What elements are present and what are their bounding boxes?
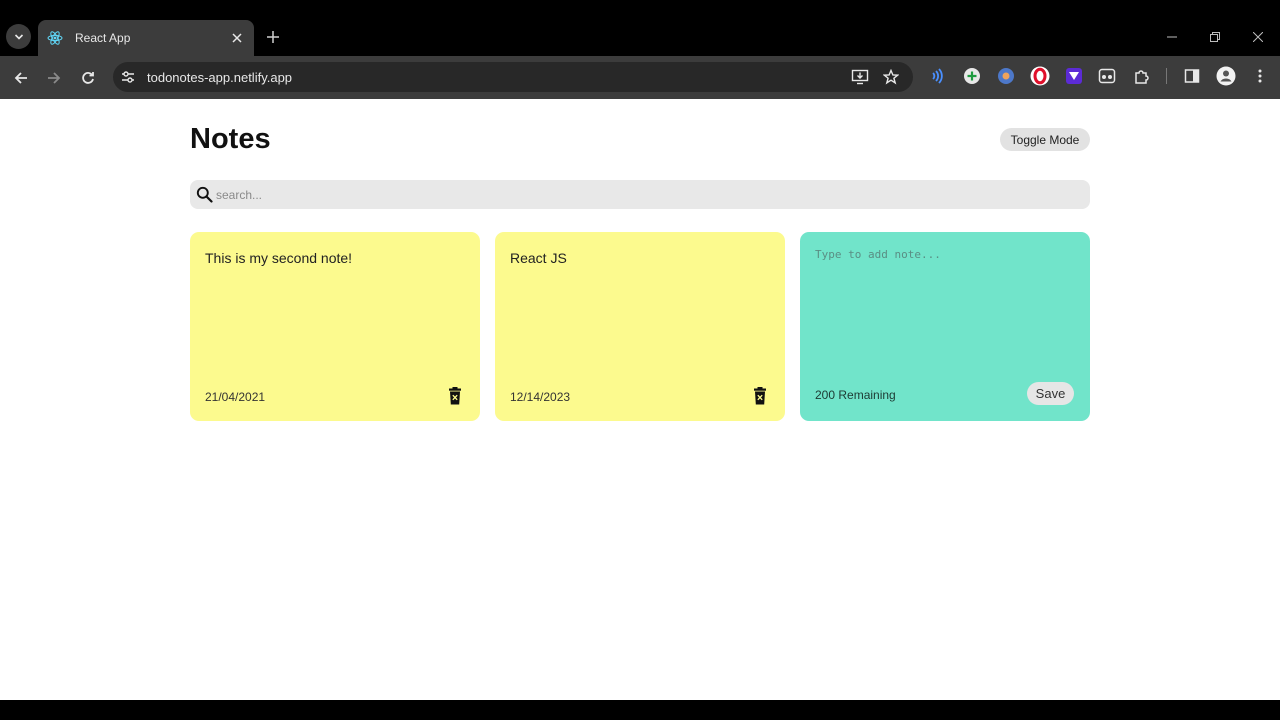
minimize-button[interactable] [1163, 28, 1181, 46]
tab-strip: React App [0, 0, 1280, 56]
restore-button[interactable] [1206, 28, 1224, 46]
toolbar-divider [1166, 68, 1167, 84]
note-text: This is my second note! [205, 250, 353, 266]
search-bar [190, 180, 1090, 209]
browser-menu-icon[interactable] [1250, 66, 1270, 86]
extension-audio-icon[interactable] [928, 66, 948, 86]
tab-search-button[interactable] [6, 24, 31, 49]
arrow-right-icon [48, 72, 61, 84]
browser-tab[interactable]: React App [38, 20, 254, 56]
restore-icon [1210, 32, 1220, 42]
url-text: todonotes-app.netlify.app [147, 70, 293, 85]
delete-icon[interactable] [447, 387, 463, 405]
save-button[interactable]: Save [1027, 382, 1074, 405]
reload-button[interactable] [77, 67, 99, 89]
address-bar[interactable]: todonotes-app.netlify.app [113, 62, 913, 92]
chevron-down-icon [14, 33, 23, 40]
note-date: 12/14/2023 [510, 390, 571, 404]
note-text: React JS [510, 250, 567, 266]
close-tab-button[interactable] [230, 31, 244, 45]
forward-button[interactable] [43, 67, 65, 89]
arrow-left-icon [14, 72, 27, 84]
reload-icon [82, 72, 94, 84]
profile-avatar-icon[interactable] [1216, 66, 1236, 86]
extensions-puzzle-icon[interactable] [1132, 66, 1152, 86]
extension-blue-circle-icon[interactable] [996, 66, 1016, 86]
close-window-button[interactable] [1249, 28, 1267, 46]
install-app-icon[interactable] [851, 68, 869, 86]
extension-plus-icon[interactable] [962, 66, 982, 86]
new-note-textarea[interactable] [815, 248, 1077, 378]
bottom-letterbox [0, 700, 1280, 720]
extension-opera-icon[interactable] [1030, 66, 1050, 86]
search-icon [196, 186, 213, 203]
page-title: Notes [190, 123, 271, 155]
back-button[interactable] [10, 67, 32, 89]
delete-icon[interactable] [752, 387, 768, 405]
add-note-card: 200 Remaining Save [800, 232, 1090, 421]
notes-page: Notes Toggle Mode This is my second note… [0, 99, 1280, 700]
bookmark-star-icon[interactable] [882, 68, 900, 86]
react-icon [47, 30, 63, 46]
note-date: 21/04/2021 [205, 390, 266, 404]
tab-title: React App [75, 31, 131, 45]
new-tab-button[interactable] [264, 28, 282, 46]
side-panel-icon[interactable] [1182, 66, 1202, 86]
minimize-icon [1167, 36, 1177, 38]
close-icon [1253, 32, 1263, 42]
toggle-mode-button[interactable]: Toggle Mode [1000, 128, 1090, 151]
characters-remaining: 200 Remaining [815, 388, 896, 402]
extension-purple-shield-icon[interactable] [1064, 66, 1084, 86]
note-card: This is my second note! 21/04/2021 [190, 232, 480, 421]
extension-mask-icon[interactable] [1097, 66, 1117, 86]
plus-icon [267, 31, 279, 43]
close-icon [232, 33, 242, 43]
site-info-icon[interactable] [120, 69, 136, 85]
search-input[interactable] [216, 184, 1076, 205]
note-card: React JS 12/14/2023 [495, 232, 785, 421]
